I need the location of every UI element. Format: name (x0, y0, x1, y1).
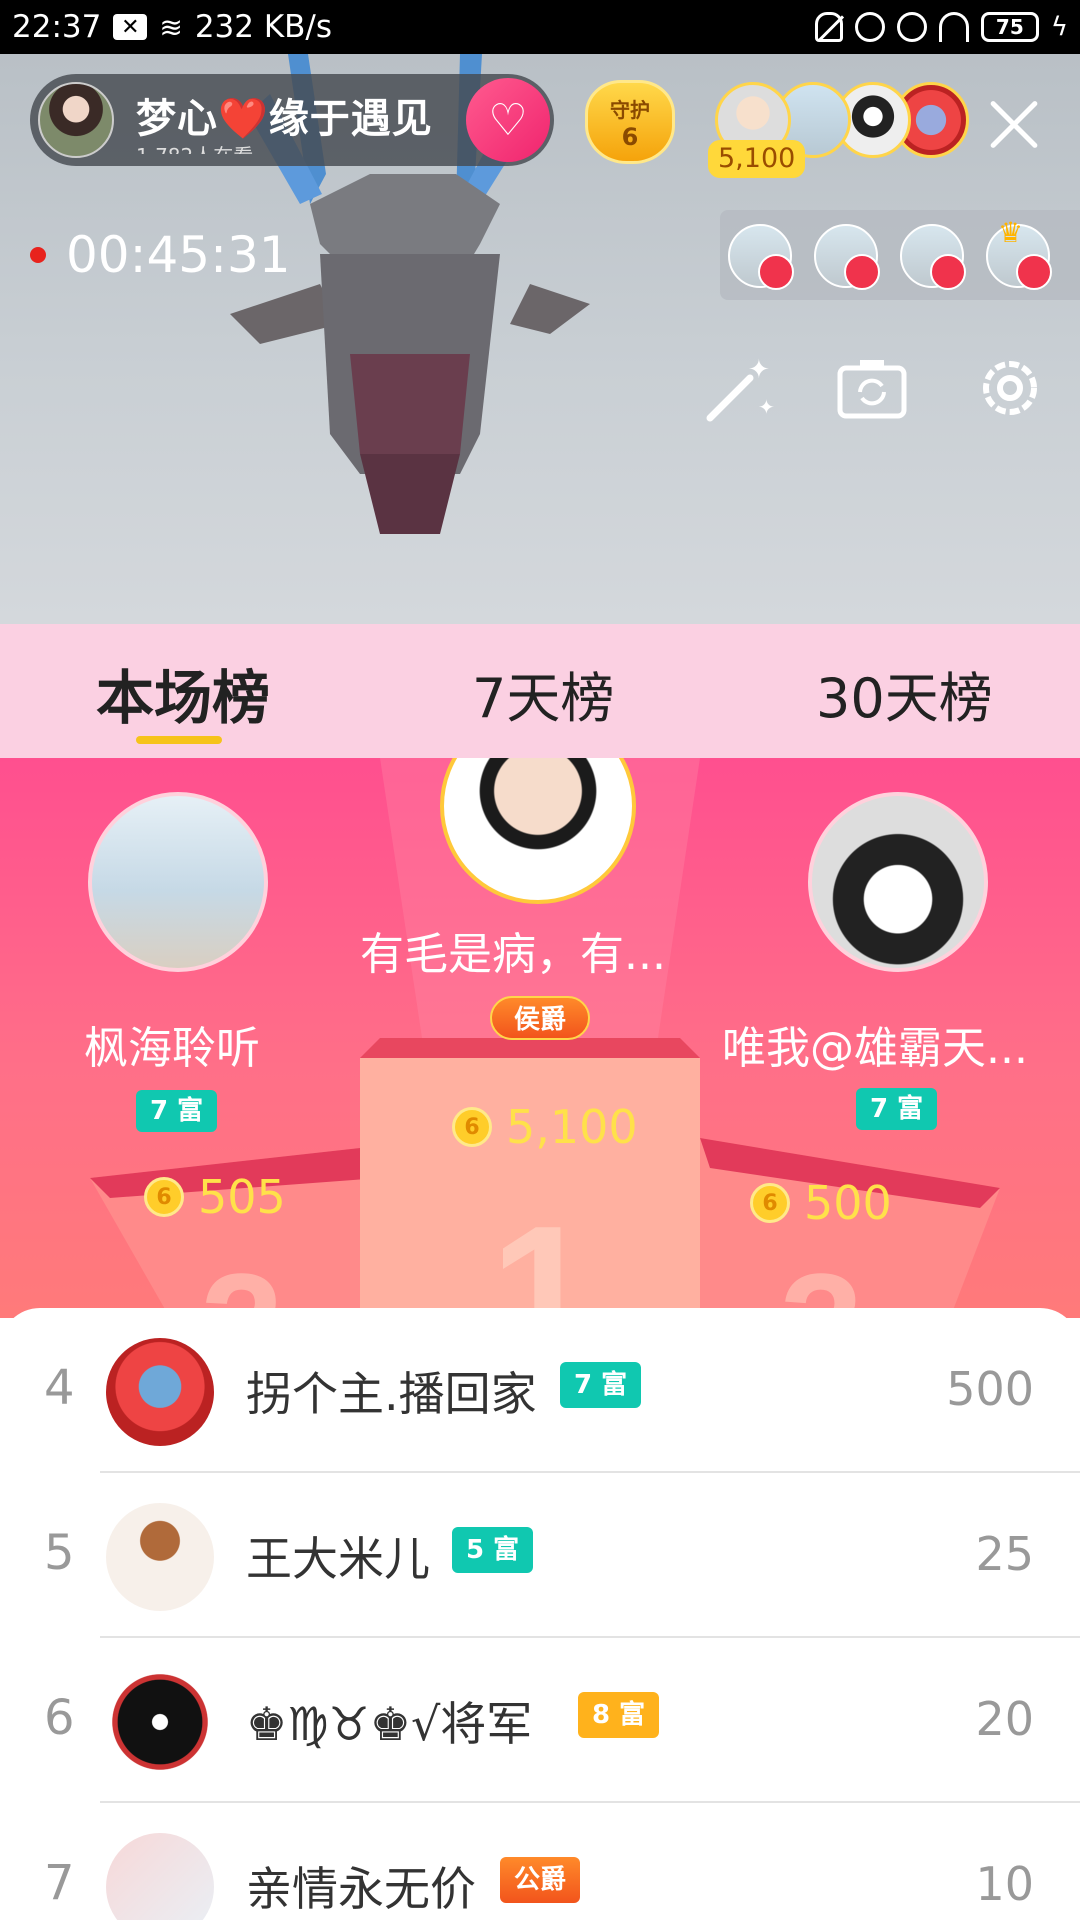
mute-icon (814, 12, 843, 42)
timer-text: 00:45:31 (66, 226, 291, 284)
wand-svg: ✦✦ (706, 355, 775, 422)
title-badge: 公爵 (500, 1857, 581, 1903)
svg-text:2: 2 (200, 1242, 283, 1318)
score: 10 (975, 1857, 1034, 1911)
user-name: 拐个主.播回家 (246, 1367, 537, 1421)
rank-3-name: 唯我@雄霸天... (722, 1023, 1028, 1074)
user-name: ♚♍♉♚√将军 (246, 1697, 533, 1751)
guard-label: 守护 (610, 97, 650, 122)
camera-svg (837, 360, 907, 419)
score: 25 (975, 1527, 1034, 1581)
rank-1-name: 有毛是病，有... (360, 929, 666, 980)
rank-1-coins-value: 5,100 (506, 1100, 638, 1154)
coin-icon: 6 (750, 1183, 790, 1223)
list-item[interactable]: 4 拐个主.播回家 7 富 500 (0, 1308, 1080, 1473)
battery-icon: 75 (980, 12, 1039, 42)
avatar[interactable] (106, 1668, 214, 1776)
avatar[interactable] (106, 1833, 214, 1920)
host-info-pill[interactable]: 梦心❤️缘于遇见 1,782人在看 ♡ (30, 74, 554, 166)
follow-heart-button[interactable]: ♡ (466, 78, 550, 162)
lock-rotation-icon (854, 12, 885, 42)
headphones-icon (938, 12, 969, 42)
live-timer: 00:45:31 (30, 226, 291, 284)
list-item[interactable]: 6 ♚♍♉♚√将军 8 富 20 (0, 1638, 1080, 1803)
podium-section: 1 2 3 有毛是病，有... 枫海聆听 唯我@雄霸天... 侯爵 7 富 7 … (0, 758, 1080, 1318)
settings-gear-icon[interactable] (968, 346, 1052, 430)
rank-1-title-badge: 侯爵 (490, 996, 591, 1040)
host-name: 梦心❤️缘于遇见 (136, 96, 433, 142)
rank-2-coins-value: 505 (198, 1170, 286, 1224)
crown-icon: ♛ (998, 216, 1024, 249)
rank-3-level-badge: 7 富 (856, 1088, 938, 1130)
recording-dot-icon (30, 247, 46, 263)
score: 500 (946, 1362, 1034, 1416)
rank-number: 4 (44, 1360, 75, 1416)
level-badge: 7 富 (560, 1362, 642, 1408)
svg-text:3: 3 (780, 1242, 863, 1318)
level-badge: 8 富 (578, 1692, 660, 1738)
mic-seat-strip: ♛ (720, 210, 1080, 300)
rank-1-coins: 6 5,100 (452, 1100, 638, 1154)
user-name: 亲情永无价 (246, 1862, 476, 1916)
notification-icon: ✕ (113, 14, 148, 40)
host-avatar[interactable] (38, 82, 114, 158)
avatar[interactable] (106, 1338, 214, 1446)
battery-level: 75 (995, 15, 1024, 39)
svg-text:1: 1 (490, 1187, 596, 1318)
charging-icon: ϟ (1050, 12, 1068, 42)
level-badge: 5 富 (452, 1527, 534, 1573)
rank-2-coins: 6 505 (144, 1170, 286, 1224)
beauty-wand-icon[interactable]: ✦ ✦ (698, 346, 782, 430)
tab-7-days[interactable]: 7天榜 (472, 654, 614, 733)
status-bar: 22:37 ✕ ≋ 232 KB/s 75 ϟ (0, 0, 1080, 54)
coin-icon: 6 (452, 1107, 492, 1147)
mic-seat[interactable] (900, 224, 966, 290)
score: 20 (975, 1692, 1034, 1746)
rank-2-avatar[interactable] (88, 792, 268, 972)
leaderboard-tabs: 本场榜 7天榜 30天榜 (0, 624, 1080, 758)
avatar[interactable] (106, 1503, 214, 1611)
mic-seat[interactable] (728, 224, 794, 290)
list-item[interactable]: 5 王大米儿 5 富 25 (0, 1473, 1080, 1638)
rank-number: 7 (44, 1855, 75, 1911)
list-item[interactable]: 7 亲情永无价 公爵 10 (0, 1803, 1080, 1920)
rank-number: 6 (44, 1690, 75, 1746)
wifi-icon: ≋ (159, 10, 183, 44)
close-button[interactable] (986, 96, 1042, 152)
ranking-list: 4 拐个主.播回家 7 富 500 5 王大米儿 5 富 25 6 ♚♍♉♚√将… (0, 1308, 1080, 1920)
svg-text:✦: ✦ (748, 355, 770, 385)
svg-text:✦: ✦ (758, 395, 775, 419)
mic-seat[interactable]: ♛ (986, 216, 1052, 290)
top-contribution-amount: 5,100 (708, 140, 806, 178)
coin-icon: 6 (144, 1177, 184, 1217)
guard-count: 6 (621, 122, 639, 151)
switch-camera-icon[interactable] (830, 346, 914, 430)
clock: 22:37 (12, 9, 102, 45)
tab-this-show[interactable]: 本场榜 (96, 651, 270, 735)
gear-svg (983, 361, 1037, 415)
live-room-screen: 22:37 ✕ ≋ 232 KB/s 75 ϟ 梦心❤️缘于遇见 ♡ 守护 6 … (0, 0, 1080, 1920)
alarm-icon (896, 12, 927, 42)
rank-3-avatar[interactable] (808, 792, 988, 972)
tab-30-days[interactable]: 30天榜 (816, 654, 993, 733)
rank-number: 5 (44, 1525, 75, 1581)
active-tab-indicator (136, 736, 222, 744)
rank-2-name: 枫海聆听 (84, 1023, 260, 1074)
rank-3-coins-value: 500 (804, 1176, 892, 1230)
guard-badge[interactable]: 守护 6 (585, 80, 675, 164)
rank-2-level-badge: 7 富 (136, 1090, 218, 1132)
network-speed: 232 KB/s (194, 9, 333, 45)
rank-3-coins: 6 500 (750, 1176, 892, 1230)
user-name: 王大米儿 (246, 1532, 430, 1586)
mic-seat[interactable] (814, 224, 880, 290)
live-video[interactable]: 梦心❤️缘于遇见 1,782人在看 ♡ 守护 6 5,100 00:45:31 … (0, 54, 1080, 624)
